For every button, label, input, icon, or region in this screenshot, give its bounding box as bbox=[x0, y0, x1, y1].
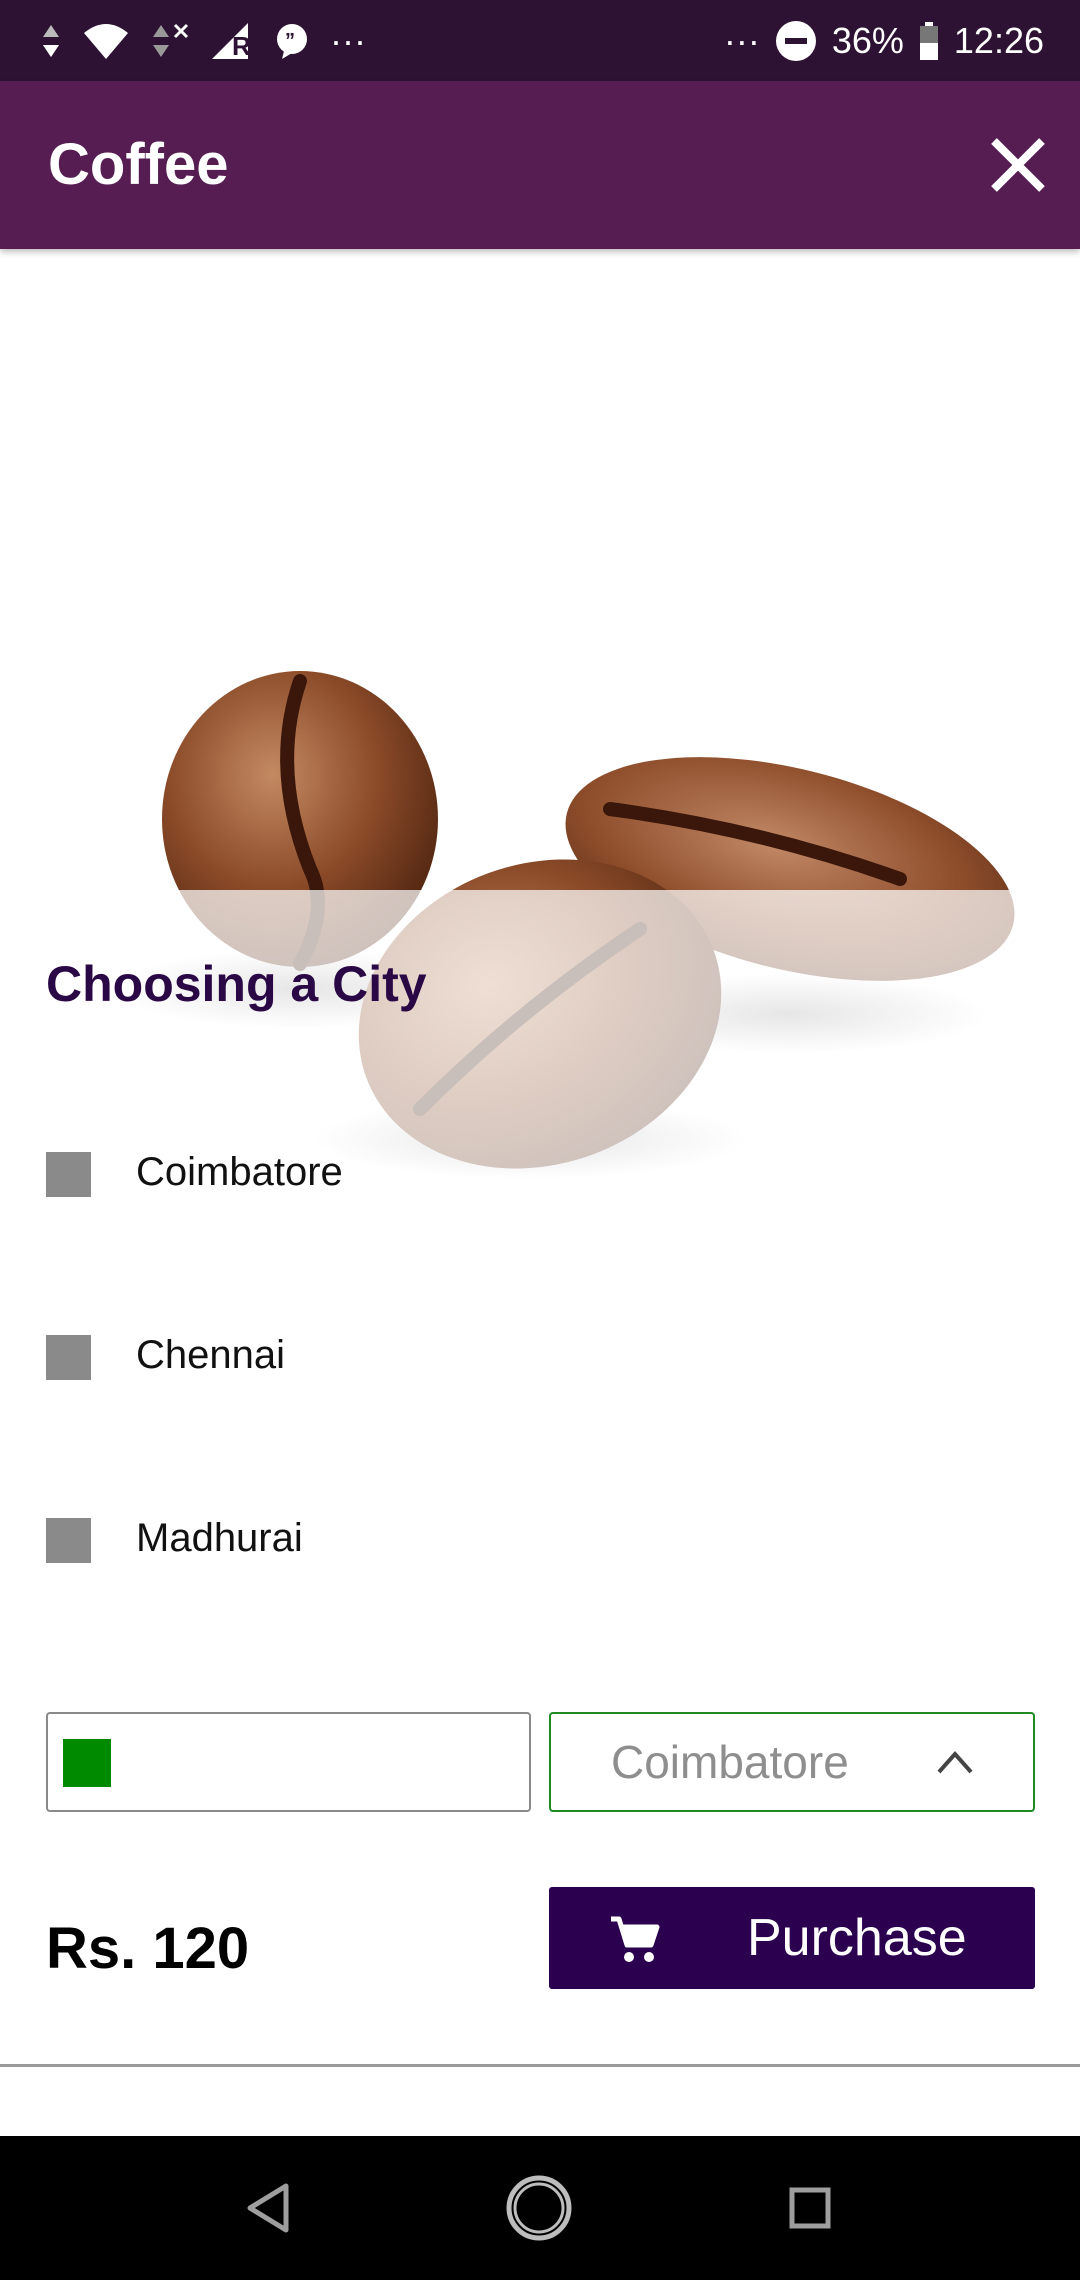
city-checkbox[interactable] bbox=[46, 1335, 91, 1380]
chevron-up-icon bbox=[937, 1750, 973, 1774]
city-checkbox[interactable] bbox=[46, 1518, 91, 1563]
city-option-chennai[interactable]: Chennai bbox=[0, 1323, 1080, 1423]
purchase-button-label: Purchase bbox=[747, 1909, 967, 1967]
svg-text:R: R bbox=[232, 31, 251, 61]
back-button[interactable] bbox=[234, 2172, 306, 2244]
do-not-disturb-icon bbox=[774, 19, 818, 63]
home-button[interactable] bbox=[503, 2172, 575, 2244]
close-button[interactable] bbox=[982, 129, 1054, 201]
city-checkbox[interactable] bbox=[46, 1152, 91, 1197]
color-field[interactable] bbox=[46, 1712, 531, 1812]
status-bar: R ” ··· ··· 36% 12:26 bbox=[0, 0, 1080, 81]
city-option-madhurai[interactable]: Madhurai bbox=[0, 1506, 1080, 1606]
status-left-more: ··· bbox=[330, 20, 366, 61]
chat-bubble-icon: ” bbox=[274, 21, 310, 61]
data-arrows-icon bbox=[40, 21, 62, 61]
city-label: Coimbatore bbox=[136, 1150, 343, 1194]
home-icon bbox=[506, 2175, 572, 2241]
wifi-icon bbox=[82, 21, 130, 61]
purchase-button[interactable]: Purchase bbox=[549, 1887, 1035, 1989]
data-arrows-x-icon bbox=[150, 21, 190, 61]
svg-text:”: ” bbox=[285, 30, 295, 52]
status-right-icons: ··· 36% 12:26 bbox=[724, 16, 1044, 66]
city-label: Madhurai bbox=[136, 1516, 303, 1560]
status-left-icons: R ” ··· bbox=[40, 16, 366, 66]
color-swatch bbox=[63, 1739, 111, 1787]
close-icon bbox=[991, 138, 1045, 192]
battery-percent: 36% bbox=[831, 20, 904, 61]
city-select[interactable]: Coimbatore bbox=[549, 1712, 1035, 1812]
divider bbox=[0, 2064, 1080, 2067]
recents-icon bbox=[789, 2187, 831, 2229]
coffee-beans-image bbox=[0, 249, 1080, 1199]
back-icon bbox=[247, 2183, 289, 2233]
cart-icon bbox=[611, 1916, 660, 1962]
clock: 12:26 bbox=[953, 20, 1044, 61]
app-bar: Coffee bbox=[0, 81, 1080, 249]
city-label: Chennai bbox=[136, 1333, 286, 1377]
page-title: Coffee bbox=[48, 132, 229, 197]
section-title: Choosing a City bbox=[46, 956, 427, 1012]
battery-icon bbox=[918, 21, 940, 61]
price-label: Rs. 120 bbox=[46, 1916, 250, 1981]
signal-roaming-icon: R bbox=[210, 21, 254, 61]
system-nav-bar bbox=[0, 2136, 1080, 2280]
city-select-value: Coimbatore bbox=[611, 1736, 849, 1788]
status-right-more: ··· bbox=[723, 20, 760, 61]
recents-button[interactable] bbox=[774, 2172, 846, 2244]
city-option-coimbatore[interactable]: Coimbatore bbox=[0, 1140, 1080, 1240]
